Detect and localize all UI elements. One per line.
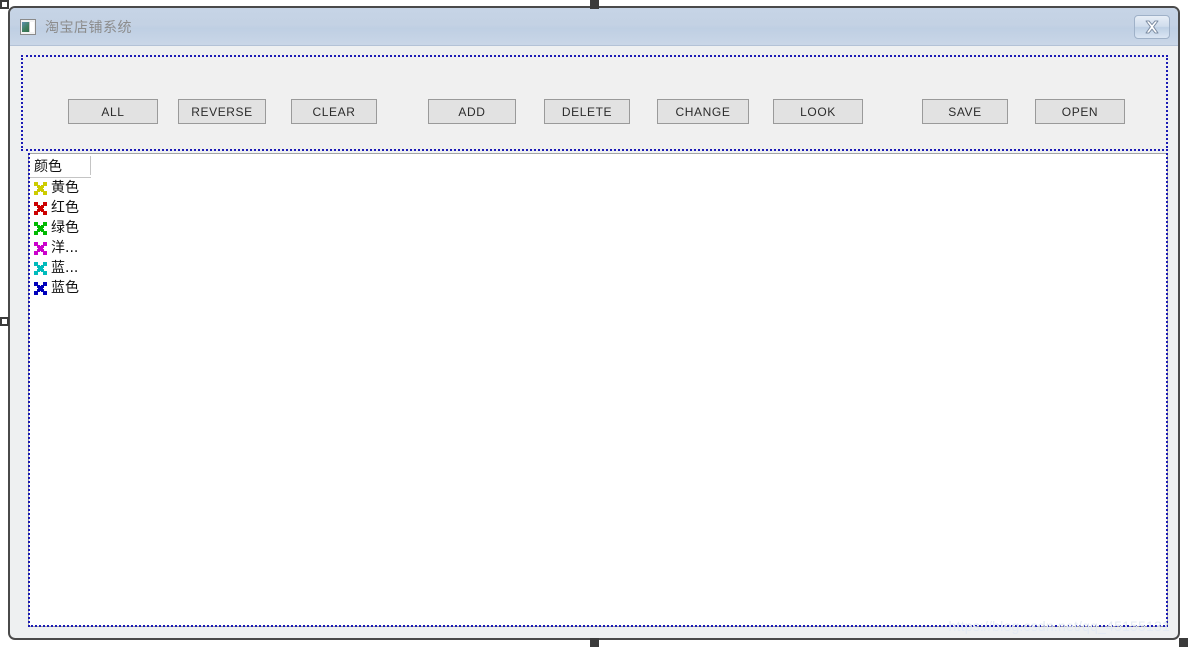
watermark-text: https://blog.csdn.net/qq_45155131 [948, 618, 1170, 634]
open-button[interactable]: OPEN [1035, 99, 1125, 124]
table-row[interactable]: 洋... [29, 238, 229, 258]
color-swatch-icon [34, 261, 47, 275]
close-icon [1145, 20, 1159, 33]
table-cell-color-name: 红色 [51, 199, 79, 216]
change-button[interactable]: CHANGE [657, 99, 749, 124]
add-button[interactable]: ADD [428, 99, 516, 124]
delete-button[interactable]: DELETE [544, 99, 630, 124]
title-bar: 淘宝店铺系统 [10, 8, 1178, 46]
color-swatch-icon [34, 281, 47, 295]
table-row[interactable]: 红色 [29, 198, 229, 218]
color-swatch-icon [34, 241, 47, 255]
close-button[interactable] [1134, 14, 1170, 39]
reverse-button[interactable]: REVERSE [178, 99, 266, 124]
table-cell-color-name: 黄色 [51, 179, 79, 196]
table-body: 黄色红色绿色洋... 蓝... 蓝色 [29, 178, 229, 298]
color-swatch-icon [34, 201, 47, 215]
application-window: 淘宝店铺系统 ALL REVERSE CLEAR ADD DELETE CHANGE LOO… [8, 6, 1180, 640]
toolbar-button-row: ALL REVERSE CLEAR ADD DELETE CHANGE LOOK SAVE OP… [23, 99, 1166, 124]
save-button[interactable]: SAVE [922, 99, 1008, 124]
look-button[interactable]: LOOK [773, 99, 863, 124]
table-cell-color-name: 绿色 [51, 219, 79, 236]
clear-button[interactable]: CLEAR [291, 99, 377, 124]
table-cell-color-name: 蓝色 [51, 279, 79, 296]
resize-handle-bottom-right[interactable] [1179, 638, 1188, 647]
resize-handle-bottom-center[interactable] [590, 638, 599, 647]
column-resize-divider[interactable] [90, 156, 91, 175]
table-row[interactable]: 绿色 [29, 218, 229, 238]
table-row[interactable]: 蓝... [29, 258, 229, 278]
resize-handle-top-left[interactable] [0, 0, 9, 9]
column-header-color[interactable]: 颜色 [34, 156, 62, 176]
resize-handle-middle-left[interactable] [0, 317, 9, 326]
color-table: 颜色 黄色红色绿色洋... 蓝... 蓝色 [29, 154, 91, 295]
color-swatch-icon [34, 181, 47, 195]
table-cell-color-name: 蓝... [51, 259, 79, 276]
window-app-icon [20, 18, 36, 35]
table-header: 颜色 [29, 154, 91, 178]
color-swatch-icon [34, 221, 47, 235]
window-title: 淘宝店铺系统 [45, 18, 132, 35]
page-canvas: 淘宝店铺系统 ALL REVERSE CLEAR ADD DELETE CHANGE LOO… [0, 0, 1188, 647]
table-cell-color-name: 洋... [51, 239, 79, 256]
table-row[interactable]: 蓝色 [29, 278, 229, 298]
content-panel: 颜色 黄色红色绿色洋... 蓝... 蓝色 [28, 153, 1168, 627]
table-row[interactable]: 黄色 [29, 178, 229, 198]
toolbar-panel: ALL REVERSE CLEAR ADD DELETE CHANGE LOOK SAVE OP… [21, 55, 1168, 151]
all-button[interactable]: ALL [68, 99, 158, 124]
resize-handle-top-center[interactable] [590, 0, 599, 9]
